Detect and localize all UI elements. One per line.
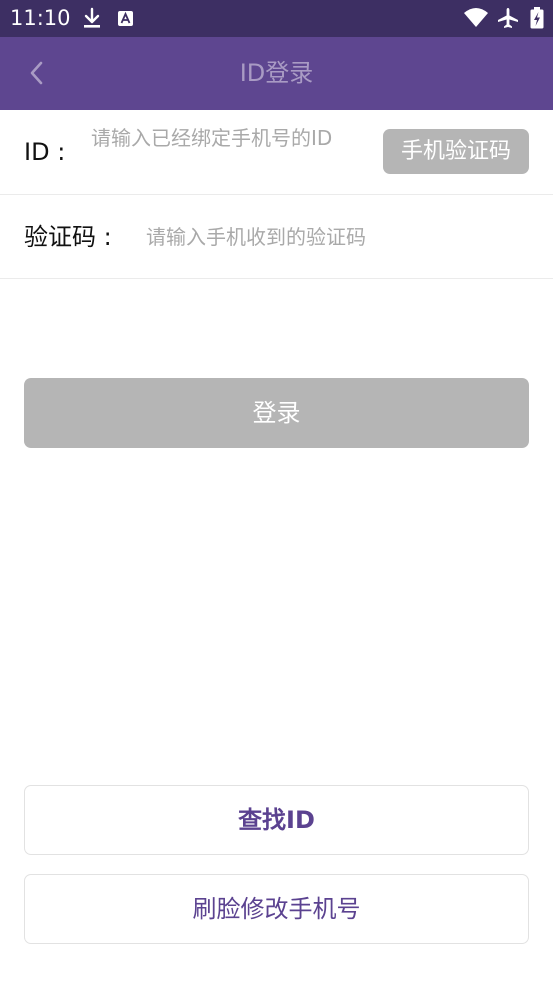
wifi-icon bbox=[464, 8, 488, 27]
id-row: ID : 手机验证码 bbox=[0, 110, 553, 195]
verification-code-input[interactable] bbox=[146, 221, 536, 253]
page-title: ID登录 bbox=[239, 59, 314, 87]
id-label: ID : bbox=[24, 138, 66, 166]
download-icon bbox=[84, 7, 100, 28]
login-button[interactable]: 登录 bbox=[24, 378, 529, 448]
verification-code-label: 验证码 : bbox=[24, 223, 112, 251]
find-id-button[interactable]: 查找ID bbox=[24, 785, 529, 855]
id-input[interactable] bbox=[91, 124, 371, 182]
sms-code-button[interactable]: 手机验证码 bbox=[383, 129, 529, 174]
face-change-phone-button[interactable]: 刷脸修改手机号 bbox=[24, 874, 529, 944]
app-bar: ID登录 bbox=[0, 37, 553, 110]
battery-charging-icon bbox=[530, 7, 544, 29]
chevron-left-icon[interactable] bbox=[20, 55, 56, 91]
verification-code-row: 验证码 : bbox=[0, 195, 553, 279]
status-time: 11:10 bbox=[10, 6, 71, 30]
airplane-mode-icon bbox=[498, 8, 518, 28]
app-notification-icon bbox=[118, 11, 133, 26]
status-bar: 11:10 bbox=[0, 0, 553, 37]
